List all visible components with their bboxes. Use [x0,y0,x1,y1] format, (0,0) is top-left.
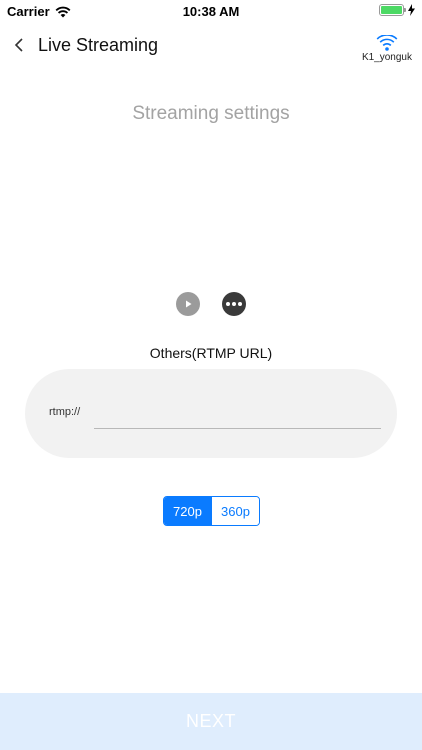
battery-tip [404,8,406,12]
battery-fill [381,6,402,14]
play-icon[interactable] [176,292,200,316]
nav-title: Live Streaming [38,35,159,55]
chevron-left-icon [14,38,23,52]
page-title: Streaming settings [132,103,290,124]
more-icon[interactable] [222,292,246,316]
resolution-segmented-control: 720p 360p [163,496,260,526]
resolution-360p-button[interactable]: 360p [211,497,259,525]
wifi-icon [376,35,398,51]
control-icons [0,292,422,316]
next-button[interactable]: NEXT [0,693,422,750]
wifi-status[interactable]: K1_yonguk [362,35,412,63]
status-time: 10:38 AM [182,4,240,19]
wifi-label: K1_yonguk [361,52,412,63]
rtmp-section-label: Others(RTMP URL) [149,345,273,361]
status-bar: Carrier 10:38 AM [0,0,422,22]
back-button[interactable] [8,32,30,58]
rtmp-url-panel: rtmp:// [25,369,397,458]
charging-bolt-icon [408,4,415,16]
more-dot [232,302,236,306]
rtmp-prefix: rtmp:// [49,406,81,418]
more-dot [238,302,242,306]
more-dot [226,302,230,306]
status-right [379,4,415,16]
play-triangle-icon [186,300,192,308]
live-streaming-screen: Carrier 10:38 AM Live Streaming K1_yongu… [0,0,422,750]
rtmp-url-input[interactable] [94,399,381,429]
resolution-720p-button[interactable]: 720p [164,497,211,525]
nav-bar: Live Streaming K1_yonguk [0,22,422,72]
battery-icon [379,4,406,16]
